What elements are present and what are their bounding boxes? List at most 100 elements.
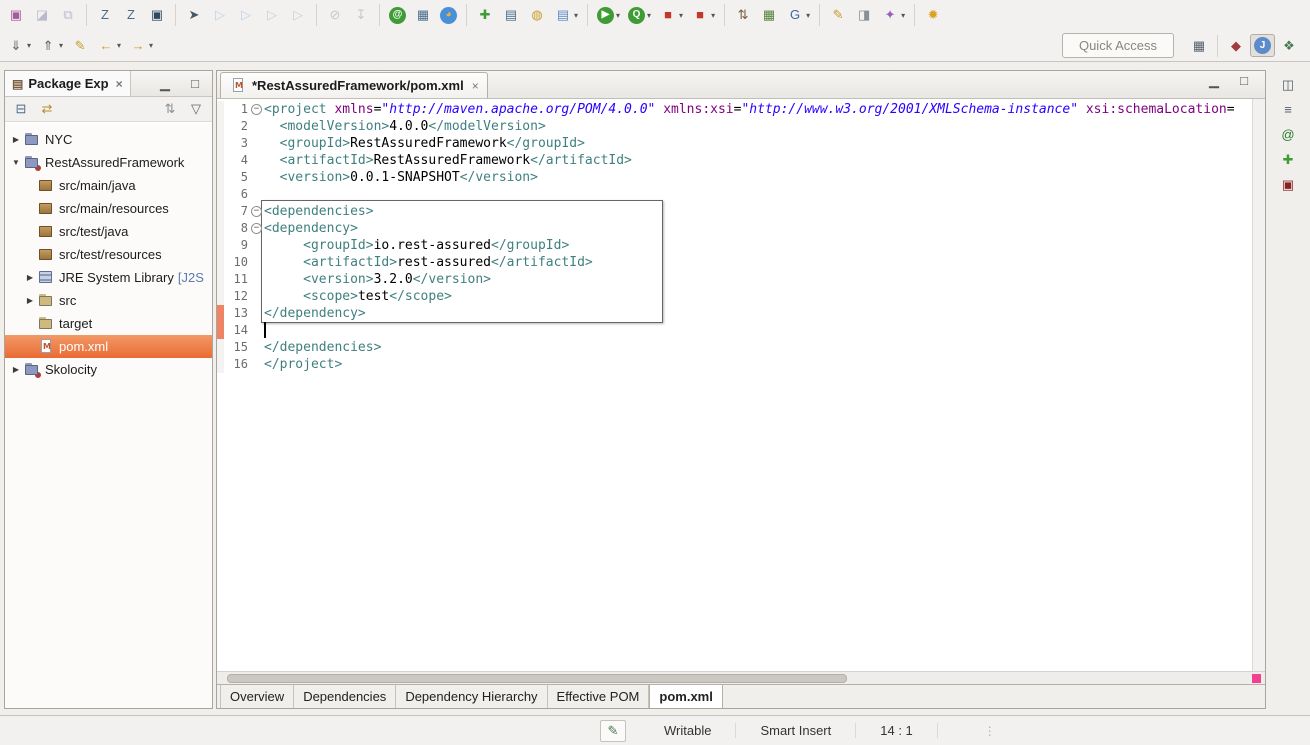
collapse-all-button[interactable]: ⊟ — [9, 98, 33, 120]
select-tool-button[interactable]: ➤ — [182, 4, 206, 26]
tree-item-pom-xml[interactable]: pom.xml — [5, 335, 212, 358]
link-with-editor-button[interactable]: ⇄ — [35, 98, 59, 120]
tree-item-target[interactable]: target — [5, 312, 212, 335]
compare-button[interactable]: ◨ — [852, 4, 876, 26]
editor-page-tab-dependency-hierarchy[interactable]: Dependency Hierarchy — [396, 685, 548, 708]
junit-view-button[interactable]: ✚ — [1276, 149, 1300, 171]
java-browsing-button[interactable]: ▦ — [757, 4, 781, 26]
coverage-button[interactable]: Q ▾ — [625, 5, 654, 26]
view-menu-button[interactable]: ▽ — [184, 98, 208, 120]
code-line[interactable]: 12 <scope>test</scope> — [217, 288, 1252, 305]
expander-icon[interactable]: ▶ — [23, 296, 37, 305]
coverage-dropdown-icon[interactable]: ▾ — [647, 11, 651, 20]
external-tools-button[interactable]: ✦ ▾ — [878, 4, 908, 26]
quick-access-button[interactable]: Quick Access — [1061, 33, 1174, 58]
annotate-button[interactable]: ✎ — [826, 4, 850, 26]
maximize-editor-button[interactable]: □ — [1232, 71, 1256, 92]
code-line[interactable]: 5 <version>0.0.1-SNAPSHOT</version> — [217, 169, 1252, 186]
code-line[interactable]: 10 <artifactId>rest-assured</artifactId> — [217, 254, 1252, 271]
code-line[interactable]: 11 <version>3.2.0</version> — [217, 271, 1252, 288]
close-view-icon[interactable]: × — [116, 77, 123, 91]
editor-vertical-scrollbar[interactable] — [1252, 99, 1265, 671]
scrollbar-thumb[interactable] — [227, 674, 847, 683]
code-line[interactable]: 3 <groupId>RestAssuredFramework</groupId… — [217, 135, 1252, 152]
new-web-page-dropdown-icon[interactable]: ▾ — [574, 11, 578, 20]
expander-icon[interactable]: ▶ — [9, 135, 23, 144]
code-line[interactable]: 7− <dependencies> — [217, 203, 1252, 220]
forward-dropdown-icon[interactable]: ▾ — [149, 41, 153, 50]
tree-item-skolocity[interactable]: ▶ Skolocity — [5, 358, 212, 381]
editor-content[interactable]: 1− <project xmlns="http://maven.apache.or… — [217, 99, 1265, 671]
tree-item-src-test-resources[interactable]: src/test/resources — [5, 243, 212, 266]
restore-views-button[interactable]: ◫ — [1276, 74, 1300, 96]
code-line[interactable]: 4 <artifactId>RestAssuredFramework</arti… — [217, 152, 1252, 169]
tree-item-restassuredframework[interactable]: ▼ RestAssuredFramework — [5, 151, 212, 174]
tip-of-day-button[interactable]: ✹ — [921, 4, 945, 26]
code-line[interactable]: 16 </project> — [217, 356, 1252, 373]
next-annotation-dropdown-icon[interactable]: ▾ — [27, 41, 31, 50]
stop-button[interactable]: ■ ▾ — [656, 4, 686, 26]
run-button[interactable]: ▶ ▾ — [594, 5, 623, 26]
code-line[interactable]: 13 </dependency> — [217, 305, 1252, 322]
perspective-java-button[interactable]: J — [1250, 34, 1275, 57]
open-resource-button[interactable]: Z — [119, 4, 143, 26]
previous-annotation-button[interactable]: ⇑ ▾ — [36, 35, 66, 57]
tree-item-jre-system-library[interactable]: ▶ JRE System Library [J2S — [5, 266, 212, 289]
expander-icon[interactable]: ▼ — [9, 158, 23, 167]
data-grid-button[interactable]: ▦ — [411, 4, 435, 26]
stop-dropdown-icon[interactable]: ▾ — [679, 11, 683, 20]
previous-annotation-dropdown-icon[interactable]: ▾ — [59, 41, 63, 50]
editor-tab-pom-xml[interactable]: *RestAssuredFramework/pom.xml × — [220, 72, 488, 98]
team-sync-button[interactable]: ⇅ — [731, 4, 755, 26]
edit-mode-icon[interactable]: ✎ — [600, 719, 626, 742]
snippet-button[interactable]: ▤ — [499, 4, 523, 26]
expander-icon[interactable]: ▶ — [9, 365, 23, 374]
editor-page-tab-effective-pom[interactable]: Effective POM — [548, 685, 650, 708]
open-perspective-button[interactable]: ▦ — [1187, 35, 1211, 57]
data-source-button[interactable]: ◍ — [525, 4, 549, 26]
open-terminal-button[interactable]: ▣ — [145, 4, 169, 26]
minimize-editor-button[interactable]: ▁ — [1202, 71, 1226, 92]
minimize-explorer-button[interactable]: ▁ — [153, 73, 177, 95]
perspective-javaee-button[interactable]: ◆ — [1224, 35, 1248, 57]
fold-collapse-icon[interactable]: − — [251, 206, 262, 217]
stop-all-button[interactable]: ■ ▾ — [688, 4, 718, 26]
forward-button[interactable]: → ▾ — [126, 35, 156, 57]
editor-page-tab-dependencies[interactable]: Dependencies — [294, 685, 397, 708]
code-line[interactable]: 14 — [217, 322, 1252, 339]
run-dropdown-icon[interactable]: ▾ — [616, 11, 620, 20]
fold-collapse-icon[interactable]: − — [251, 104, 262, 115]
maximize-explorer-button[interactable]: □ — [183, 73, 207, 95]
search-g-dropdown-icon[interactable]: ▾ — [806, 11, 810, 20]
outline-view-button[interactable]: ≡ — [1276, 99, 1300, 121]
tree-item-src-test-java[interactable]: src/test/java — [5, 220, 212, 243]
tree-item-src-main-java[interactable]: src/main/java — [5, 174, 212, 197]
editor-page-tab-overview[interactable]: Overview — [220, 685, 295, 708]
fold-collapse-icon[interactable]: − — [251, 223, 262, 234]
editor-page-tab-pom-xml[interactable]: pom.xml — [649, 684, 723, 708]
focus-view-button[interactable]: ⇅ — [158, 98, 182, 120]
tree-item-nyc[interactable]: ▶ NYC — [5, 128, 212, 151]
next-annotation-button[interactable]: ⇓ ▾ — [4, 35, 34, 57]
testng-button[interactable]: @ — [386, 5, 409, 26]
code-line[interactable]: 1− <project xmlns = "http://maven.apache.or… — [217, 101, 1252, 118]
last-edit-location-button[interactable]: ✎ — [68, 35, 92, 57]
search-g-button[interactable]: G ▾ — [783, 4, 813, 26]
tree-item-src[interactable]: ▶ src — [5, 289, 212, 312]
tree-item-src-main-resources[interactable]: src/main/resources — [5, 197, 212, 220]
code-line[interactable]: 6 — [217, 186, 1252, 203]
javadoc-view-button[interactable]: @ — [1276, 124, 1300, 146]
open-type-button[interactable]: Z — [93, 4, 117, 26]
editor-horizontal-scrollbar[interactable] — [217, 671, 1265, 684]
problems-view-button[interactable]: ▣ — [1276, 174, 1300, 196]
close-tab-icon[interactable]: × — [472, 79, 479, 93]
stop-all-dropdown-icon[interactable]: ▾ — [711, 11, 715, 20]
expander-icon[interactable]: ▶ — [23, 273, 37, 282]
perspective-debug-button[interactable]: ❖ — [1277, 35, 1301, 57]
code-line[interactable]: 2 <modelVersion>4.0.0</modelVersion> — [217, 118, 1252, 135]
package-explorer-tab[interactable]: ▤ Package Exp × — [5, 71, 131, 96]
new-button[interactable]: ▣ — [4, 4, 28, 26]
code-line[interactable]: 8− <dependency> — [217, 220, 1252, 237]
code-line[interactable]: 9 <groupId>io.rest-assured</groupId> — [217, 237, 1252, 254]
external-tools-dropdown-icon[interactable]: ▾ — [901, 11, 905, 20]
